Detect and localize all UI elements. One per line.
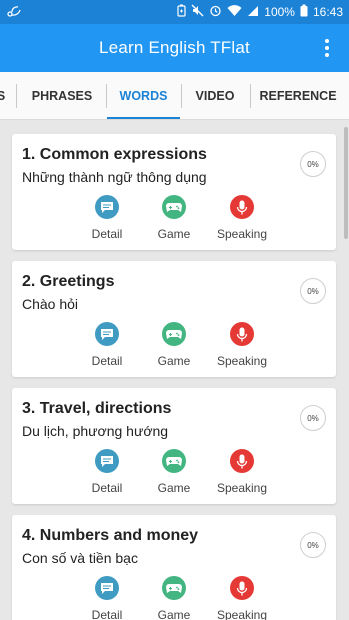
speaking-button[interactable]: Speaking (210, 195, 274, 241)
app-title: Learn English TFlat (99, 38, 250, 57)
detail-button[interactable]: Detail (75, 322, 139, 368)
battery-icon (300, 4, 308, 20)
lesson-subtitle: Du lịch, phương hướng (22, 423, 169, 439)
progress-circle: 0% (300, 532, 326, 558)
lesson-card[interactable]: 4. Numbers and money Con số và tiền bạc … (12, 515, 336, 620)
game-button[interactable]: Game (142, 449, 206, 495)
lesson-card[interactable]: 1. Common expressions Những thành ngữ th… (12, 134, 336, 250)
speaking-button[interactable]: Speaking (210, 449, 274, 495)
detail-button[interactable]: Detail (75, 449, 139, 495)
lesson-subtitle: Chào hỏi (22, 296, 79, 312)
detail-label: Detail (91, 354, 123, 368)
lesson-title: 4. Numbers and money (22, 527, 199, 544)
speaking-button[interactable]: Speaking (210, 576, 274, 620)
detail-label: Detail (91, 608, 123, 620)
detail-button[interactable]: Detail (75, 195, 139, 241)
clock: 16:43 (312, 5, 343, 19)
mute-icon (191, 4, 204, 20)
speaking-label: Speaking (216, 608, 268, 620)
chat-bubble-icon (95, 576, 119, 600)
detail-label: Detail (91, 481, 123, 495)
tab-divider (250, 84, 251, 108)
progress-circle: 0% (300, 405, 326, 431)
tab-phrases[interactable]: PHRASES (20, 72, 104, 119)
microphone-icon (230, 322, 254, 346)
game-button[interactable]: Game (142, 195, 206, 241)
progress-circle: 0% (300, 278, 326, 304)
tab-words[interactable]: WORDS (107, 72, 180, 119)
wifi-icon (227, 4, 242, 20)
game-label: Game (157, 481, 191, 495)
game-label: Game (157, 227, 191, 241)
lesson-title: 2. Greetings (22, 273, 115, 290)
gamepad-icon (162, 322, 186, 346)
tab-partial[interactable]: S (0, 72, 6, 119)
progress-circle: 0% (300, 151, 326, 177)
game-label: Game (157, 608, 191, 620)
speaking-label: Speaking (216, 481, 268, 495)
lesson-subtitle: Con số và tiền bạc (22, 550, 138, 566)
game-button[interactable]: Game (142, 576, 206, 620)
status-bar: 100% 16:43 (0, 0, 349, 24)
gamepad-icon (162, 576, 186, 600)
gamepad-icon (162, 195, 186, 219)
signal-icon (247, 5, 259, 20)
speaking-button[interactable]: Speaking (210, 322, 274, 368)
tab-bar: S PHRASES WORDS VIDEO REFERENCE (0, 72, 349, 120)
microphone-icon (230, 576, 254, 600)
microphone-icon (230, 195, 254, 219)
battery-saver-icon (177, 4, 186, 20)
gamepad-icon (162, 449, 186, 473)
battery-percent: 100% (264, 5, 295, 19)
lesson-title: 1. Common expressions (22, 146, 207, 163)
app-bar: Learn English TFlat (0, 24, 349, 72)
more-vert-icon[interactable] (315, 36, 339, 60)
detail-button[interactable]: Detail (75, 576, 139, 620)
game-label: Game (157, 354, 191, 368)
lesson-list[interactable]: 1. Common expressions Những thành ngữ th… (0, 120, 349, 620)
game-button[interactable]: Game (142, 322, 206, 368)
chat-bubble-icon (95, 322, 119, 346)
chat-bubble-icon (95, 449, 119, 473)
alarm-icon (209, 4, 222, 20)
detail-label: Detail (91, 227, 123, 241)
lesson-card[interactable]: 2. Greetings Chào hỏi 0% Detail Game Spe… (12, 261, 336, 377)
lesson-subtitle: Những thành ngữ thông dụng (22, 169, 207, 185)
tab-reference[interactable]: REFERENCE (252, 72, 344, 119)
wifi-sync-icon (6, 4, 22, 21)
chat-bubble-icon (95, 195, 119, 219)
lesson-title: 3. Travel, directions (22, 400, 172, 417)
microphone-icon (230, 449, 254, 473)
speaking-label: Speaking (216, 227, 268, 241)
tab-divider (16, 84, 17, 108)
lesson-card[interactable]: 3. Travel, directions Du lịch, phương hư… (12, 388, 336, 504)
speaking-label: Speaking (216, 354, 268, 368)
scrollbar[interactable] (344, 127, 348, 239)
tab-video[interactable]: VIDEO (182, 72, 248, 119)
